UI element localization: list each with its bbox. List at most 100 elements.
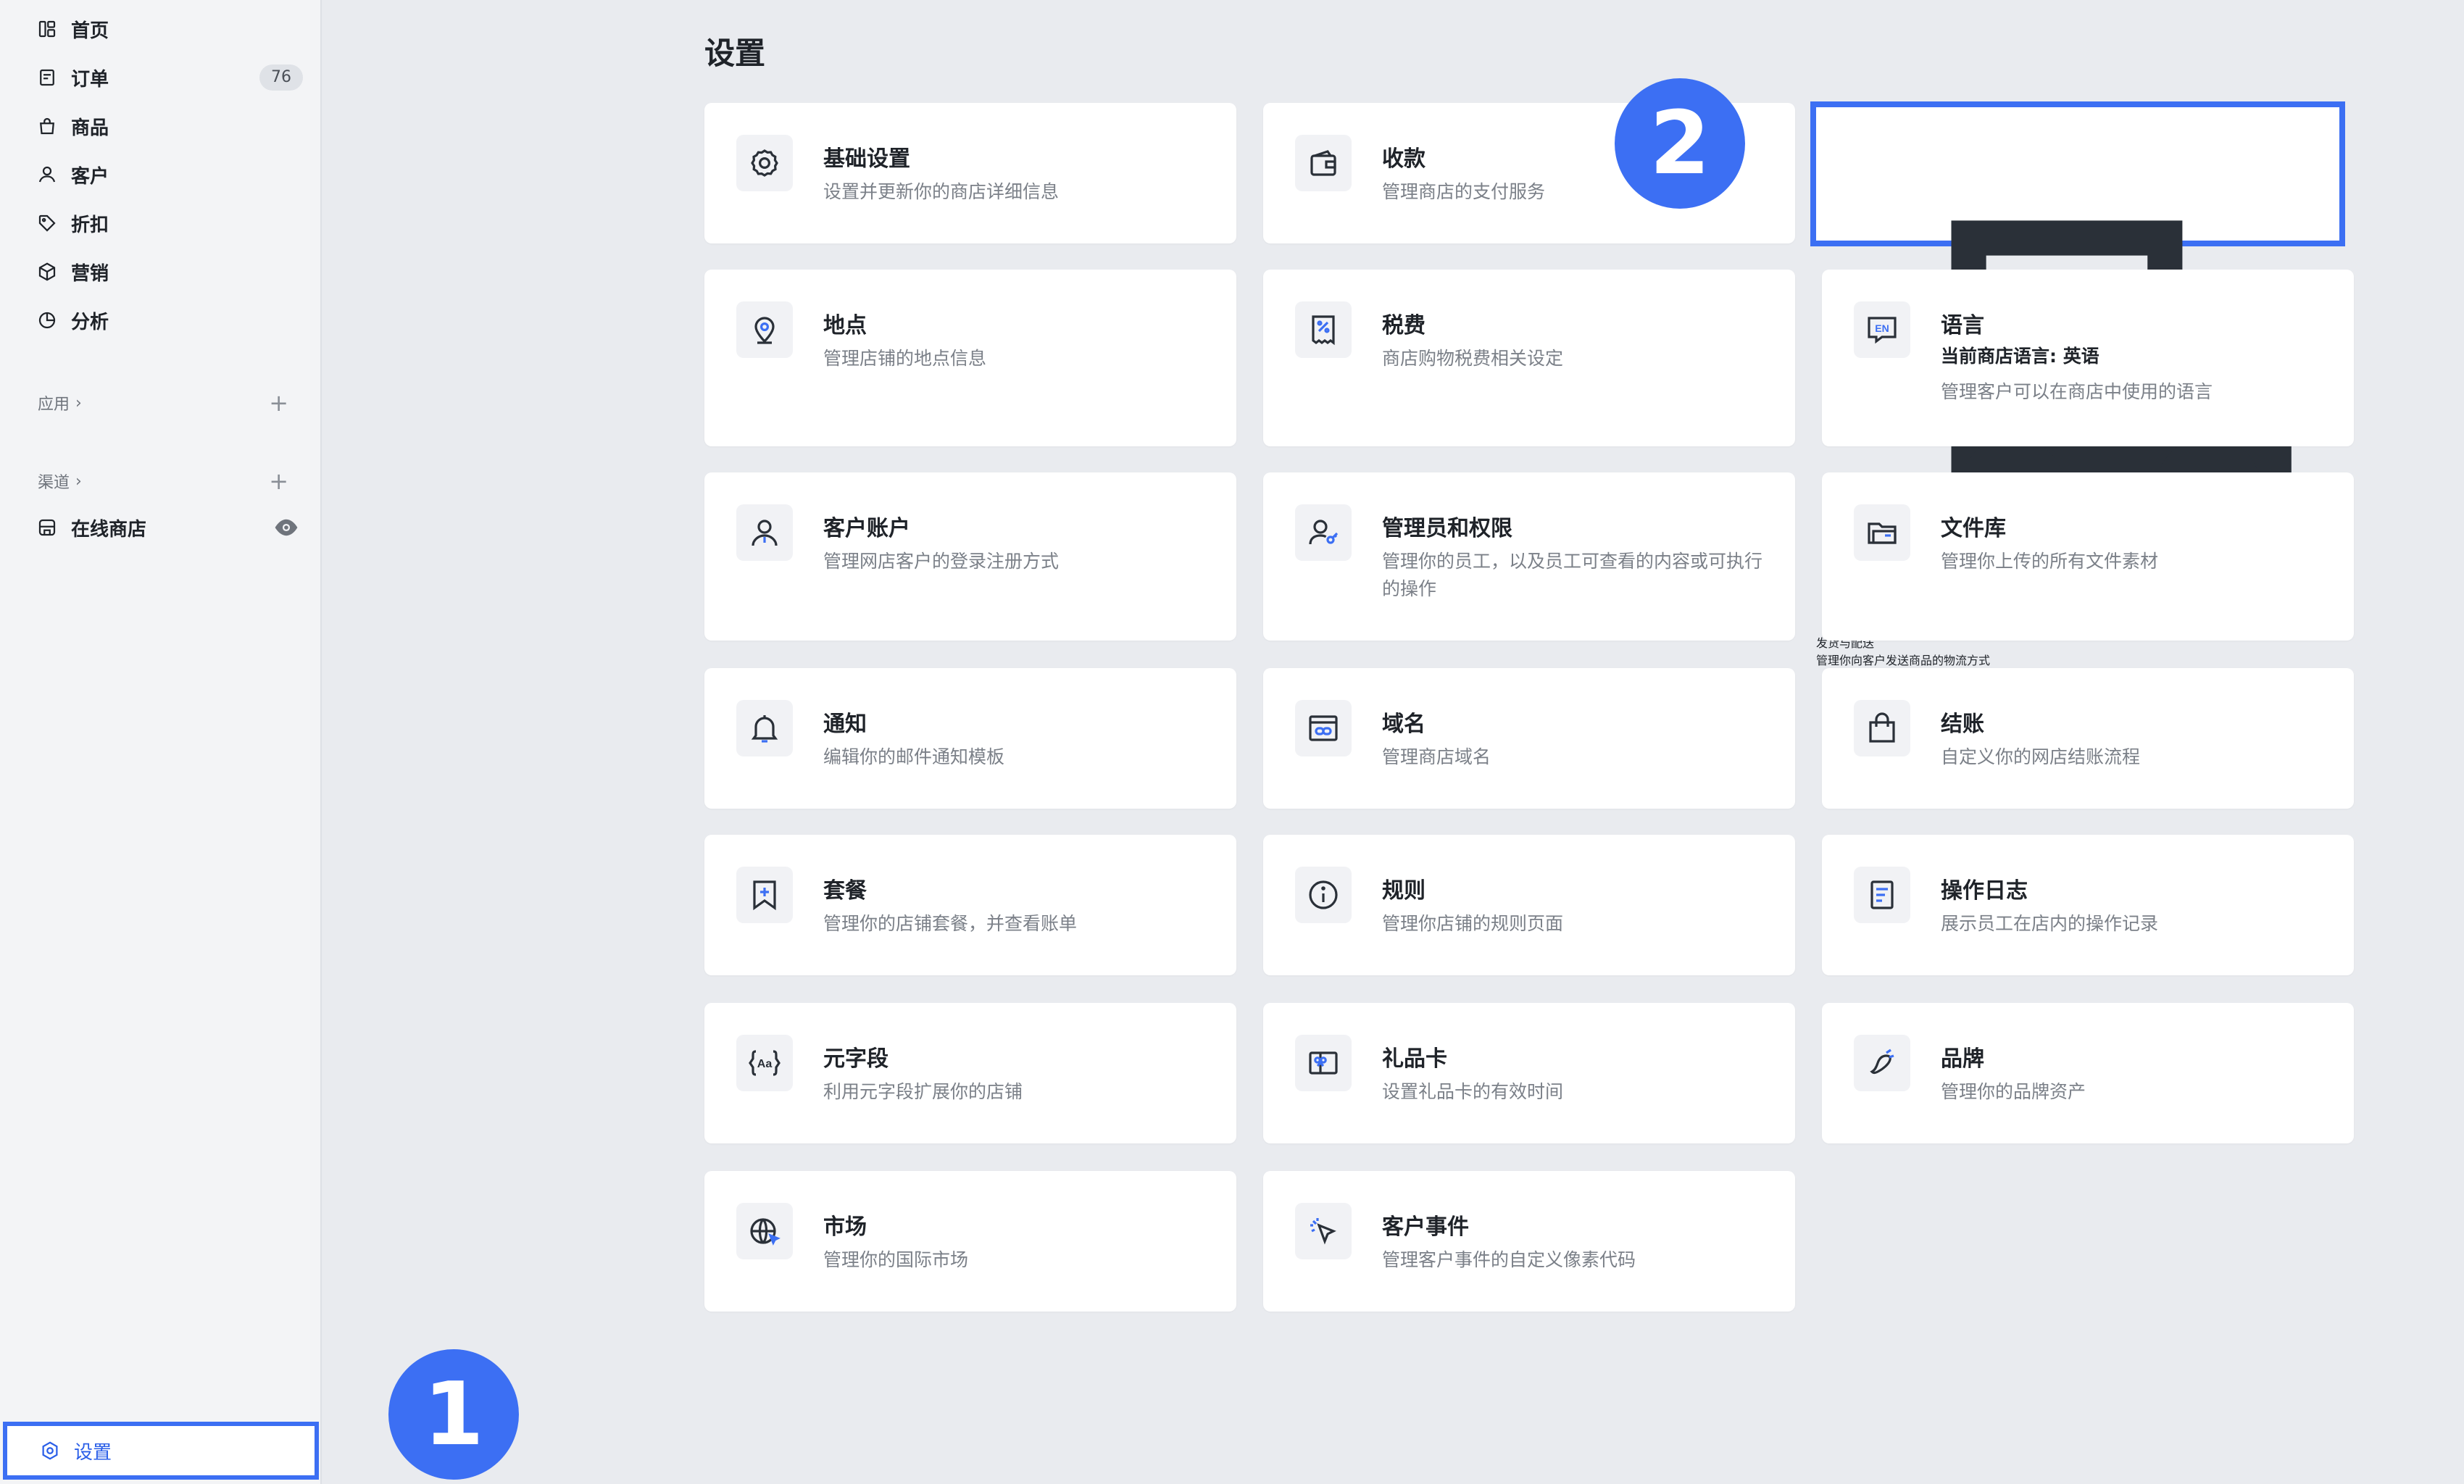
settings-card-policies[interactable]: 规则 管理你店铺的规则页面 <box>1263 835 1795 975</box>
apps-section-header: 应用 › + <box>38 388 288 417</box>
card-title: 操作日志 <box>1941 878 2028 904</box>
info-icon <box>1295 867 1352 923</box>
page-title: 设置 <box>704 36 766 71</box>
settings-card-locations[interactable]: 地点 管理店铺的地点信息 <box>704 270 1236 446</box>
sidebar-item-home[interactable]: 首页 <box>35 10 303 48</box>
sidebar-item-label: 设置 <box>74 1441 112 1464</box>
svg-text:EN: EN <box>1875 322 1889 334</box>
card-description: 管理店铺的地点信息 <box>823 348 987 369</box>
gift-card-icon <box>1295 1035 1352 1091</box>
settings-card-gift-cards[interactable]: 礼品卡 设置礼品卡的有效时间 <box>1263 1003 1795 1143</box>
card-title: 客户事件 <box>1382 1214 1469 1240</box>
add-app-icon[interactable]: + <box>269 391 288 414</box>
shopping-bag-icon <box>1854 700 1910 756</box>
settings-card-brand[interactable]: 品牌 管理你的品牌资产 <box>1822 1003 2354 1143</box>
settings-hexagon-icon <box>38 1438 62 1463</box>
card-description: 管理商店域名 <box>1382 746 1491 767</box>
receipt-icon <box>1295 301 1352 358</box>
sidebar-item-label: 在线商店 <box>71 518 147 541</box>
sidebar-item-label: 首页 <box>71 20 109 42</box>
eye-icon[interactable] <box>274 517 299 538</box>
card-title: 地点 <box>823 313 867 338</box>
tag-icon <box>35 211 59 235</box>
card-title: 结账 <box>1941 712 1984 737</box>
domain-link-icon <box>1295 700 1352 756</box>
card-title: 套餐 <box>823 878 867 904</box>
card-title: 规则 <box>1382 878 1425 904</box>
plan-bookmark-icon <box>736 867 793 923</box>
settings-card-checkout[interactable]: 结账 自定义你的网店结账流程 <box>1822 668 2354 809</box>
sidebar-item-marketing[interactable]: 营销 <box>35 253 303 291</box>
card-title: 管理员和权限 <box>1382 516 1512 541</box>
sidebar-item-online-store[interactable]: 在线商店 <box>35 509 303 546</box>
settings-card-general[interactable]: 基础设置 设置并更新你的商店详细信息 <box>704 103 1236 243</box>
bag-icon <box>35 114 59 138</box>
settings-card-activity-log[interactable]: 操作日志 展示员工在店内的操作记录 <box>1822 835 2354 975</box>
card-description: 管理你的员工，以及员工可查看的内容或可执行的操作 <box>1382 551 1763 599</box>
card-title: 税费 <box>1382 313 1425 338</box>
cursor-click-icon <box>1295 1203 1352 1259</box>
settings-card-language[interactable]: EN 语言 当前商店语言: 英语 管理客户可以在商店中使用的语言 <box>1822 270 2354 446</box>
sidebar-item-customers[interactable]: 客户 <box>35 156 303 193</box>
sidebar-item-discounts[interactable]: 折扣 <box>35 204 303 242</box>
settings-card-customer-accounts[interactable]: 客户账户 管理网店客户的登录注册方式 <box>704 472 1236 641</box>
box-icon <box>35 259 59 284</box>
user-icon <box>35 162 59 187</box>
settings-card-customer-events[interactable]: 客户事件 管理客户事件的自定义像素代码 <box>1263 1171 1795 1312</box>
sidebar-item-label: 订单 <box>71 68 109 91</box>
sidebar-item-label: 客户 <box>71 165 109 188</box>
apps-toggle[interactable]: 应用 › <box>38 391 82 414</box>
customer-account-icon <box>736 504 793 561</box>
card-description: 利用元字段扩展你的店铺 <box>823 1081 1023 1102</box>
card-title: 域名 <box>1382 712 1425 737</box>
channels-section-header: 渠道 › + <box>38 467 288 496</box>
orders-count-badge: 76 <box>259 64 303 91</box>
sidebar-item-label: 分析 <box>71 311 109 333</box>
app-root: 首页 订单 76 商品 客户 折扣 营销 分析 应用 › + 渠道 › + 在线… <box>0 0 2464 1484</box>
settings-card-taxes[interactable]: 税费 商店购物税费相关设定 <box>1263 270 1795 446</box>
settings-card-plan[interactable]: 套餐 管理你的店铺套餐，并查看账单 <box>704 835 1236 975</box>
svg-text:Aa: Aa <box>757 1058 773 1070</box>
sidebar: 首页 订单 76 商品 客户 折扣 营销 分析 应用 › + 渠道 › + 在线… <box>0 0 322 1484</box>
card-description: 管理网店客户的登录注册方式 <box>823 551 1060 572</box>
language-icon: EN <box>1854 301 1910 358</box>
card-title: 基础设置 <box>823 146 910 172</box>
card-title: 市场 <box>823 1214 867 1240</box>
log-icon <box>1854 867 1910 923</box>
sidebar-item-label: 商品 <box>71 117 109 139</box>
globe-icon <box>736 1203 793 1259</box>
sidebar-item-label: 折扣 <box>71 214 109 236</box>
card-title: 元字段 <box>823 1046 888 1072</box>
card-title: 通知 <box>823 712 867 737</box>
home-icon <box>35 17 59 41</box>
settings-card-markets[interactable]: 市场 管理你的国际市场 <box>704 1171 1236 1312</box>
gear-icon <box>736 135 793 191</box>
card-description: 管理你上传的所有文件素材 <box>1941 551 2159 572</box>
bell-icon <box>736 700 793 756</box>
sidebar-item-settings[interactable]: 设置 <box>3 1422 319 1480</box>
orders-icon <box>35 65 59 90</box>
settings-card-shipping[interactable]: 发货与配送 管理你向客户发送商品的物流方式 <box>1810 101 2345 667</box>
card-description: 商店购物税费相关设定 <box>1382 348 1564 369</box>
staff-key-icon <box>1295 504 1352 561</box>
wallet-icon <box>1295 135 1352 191</box>
card-description: 管理客户可以在商店中使用的语言 <box>1941 381 2213 402</box>
card-description: 管理你的品牌资产 <box>1941 1081 2086 1102</box>
sidebar-item-products[interactable]: 商品 <box>35 107 303 145</box>
settings-card-domains[interactable]: 域名 管理商店域名 <box>1263 668 1795 809</box>
settings-card-files[interactable]: 文件库 管理你上传的所有文件素材 <box>1822 472 2354 641</box>
sidebar-item-orders[interactable]: 订单 76 <box>35 59 303 96</box>
add-channel-icon[interactable]: + <box>269 470 288 493</box>
card-description: 设置并更新你的商店详细信息 <box>823 181 1060 202</box>
channels-toggle[interactable]: 渠道 › <box>38 470 82 493</box>
folder-icon <box>1854 504 1910 561</box>
settings-card-notifications[interactable]: 通知 编辑你的邮件通知模板 <box>704 668 1236 809</box>
settings-card-staff-permissions[interactable]: 管理员和权限 管理你的员工，以及员工可查看的内容或可执行的操作 <box>1263 472 1795 641</box>
current-language: 当前商店语言: 英语 <box>1941 346 2099 367</box>
sidebar-item-analytics[interactable]: 分析 <box>35 301 303 339</box>
card-title: 客户账户 <box>823 516 910 541</box>
card-title: 文件库 <box>1941 516 2006 541</box>
settings-card-metafields[interactable]: Aa 元字段 利用元字段扩展你的店铺 <box>704 1003 1236 1143</box>
step-marker-1: 1 <box>388 1349 519 1480</box>
metafield-icon: Aa <box>736 1035 793 1091</box>
